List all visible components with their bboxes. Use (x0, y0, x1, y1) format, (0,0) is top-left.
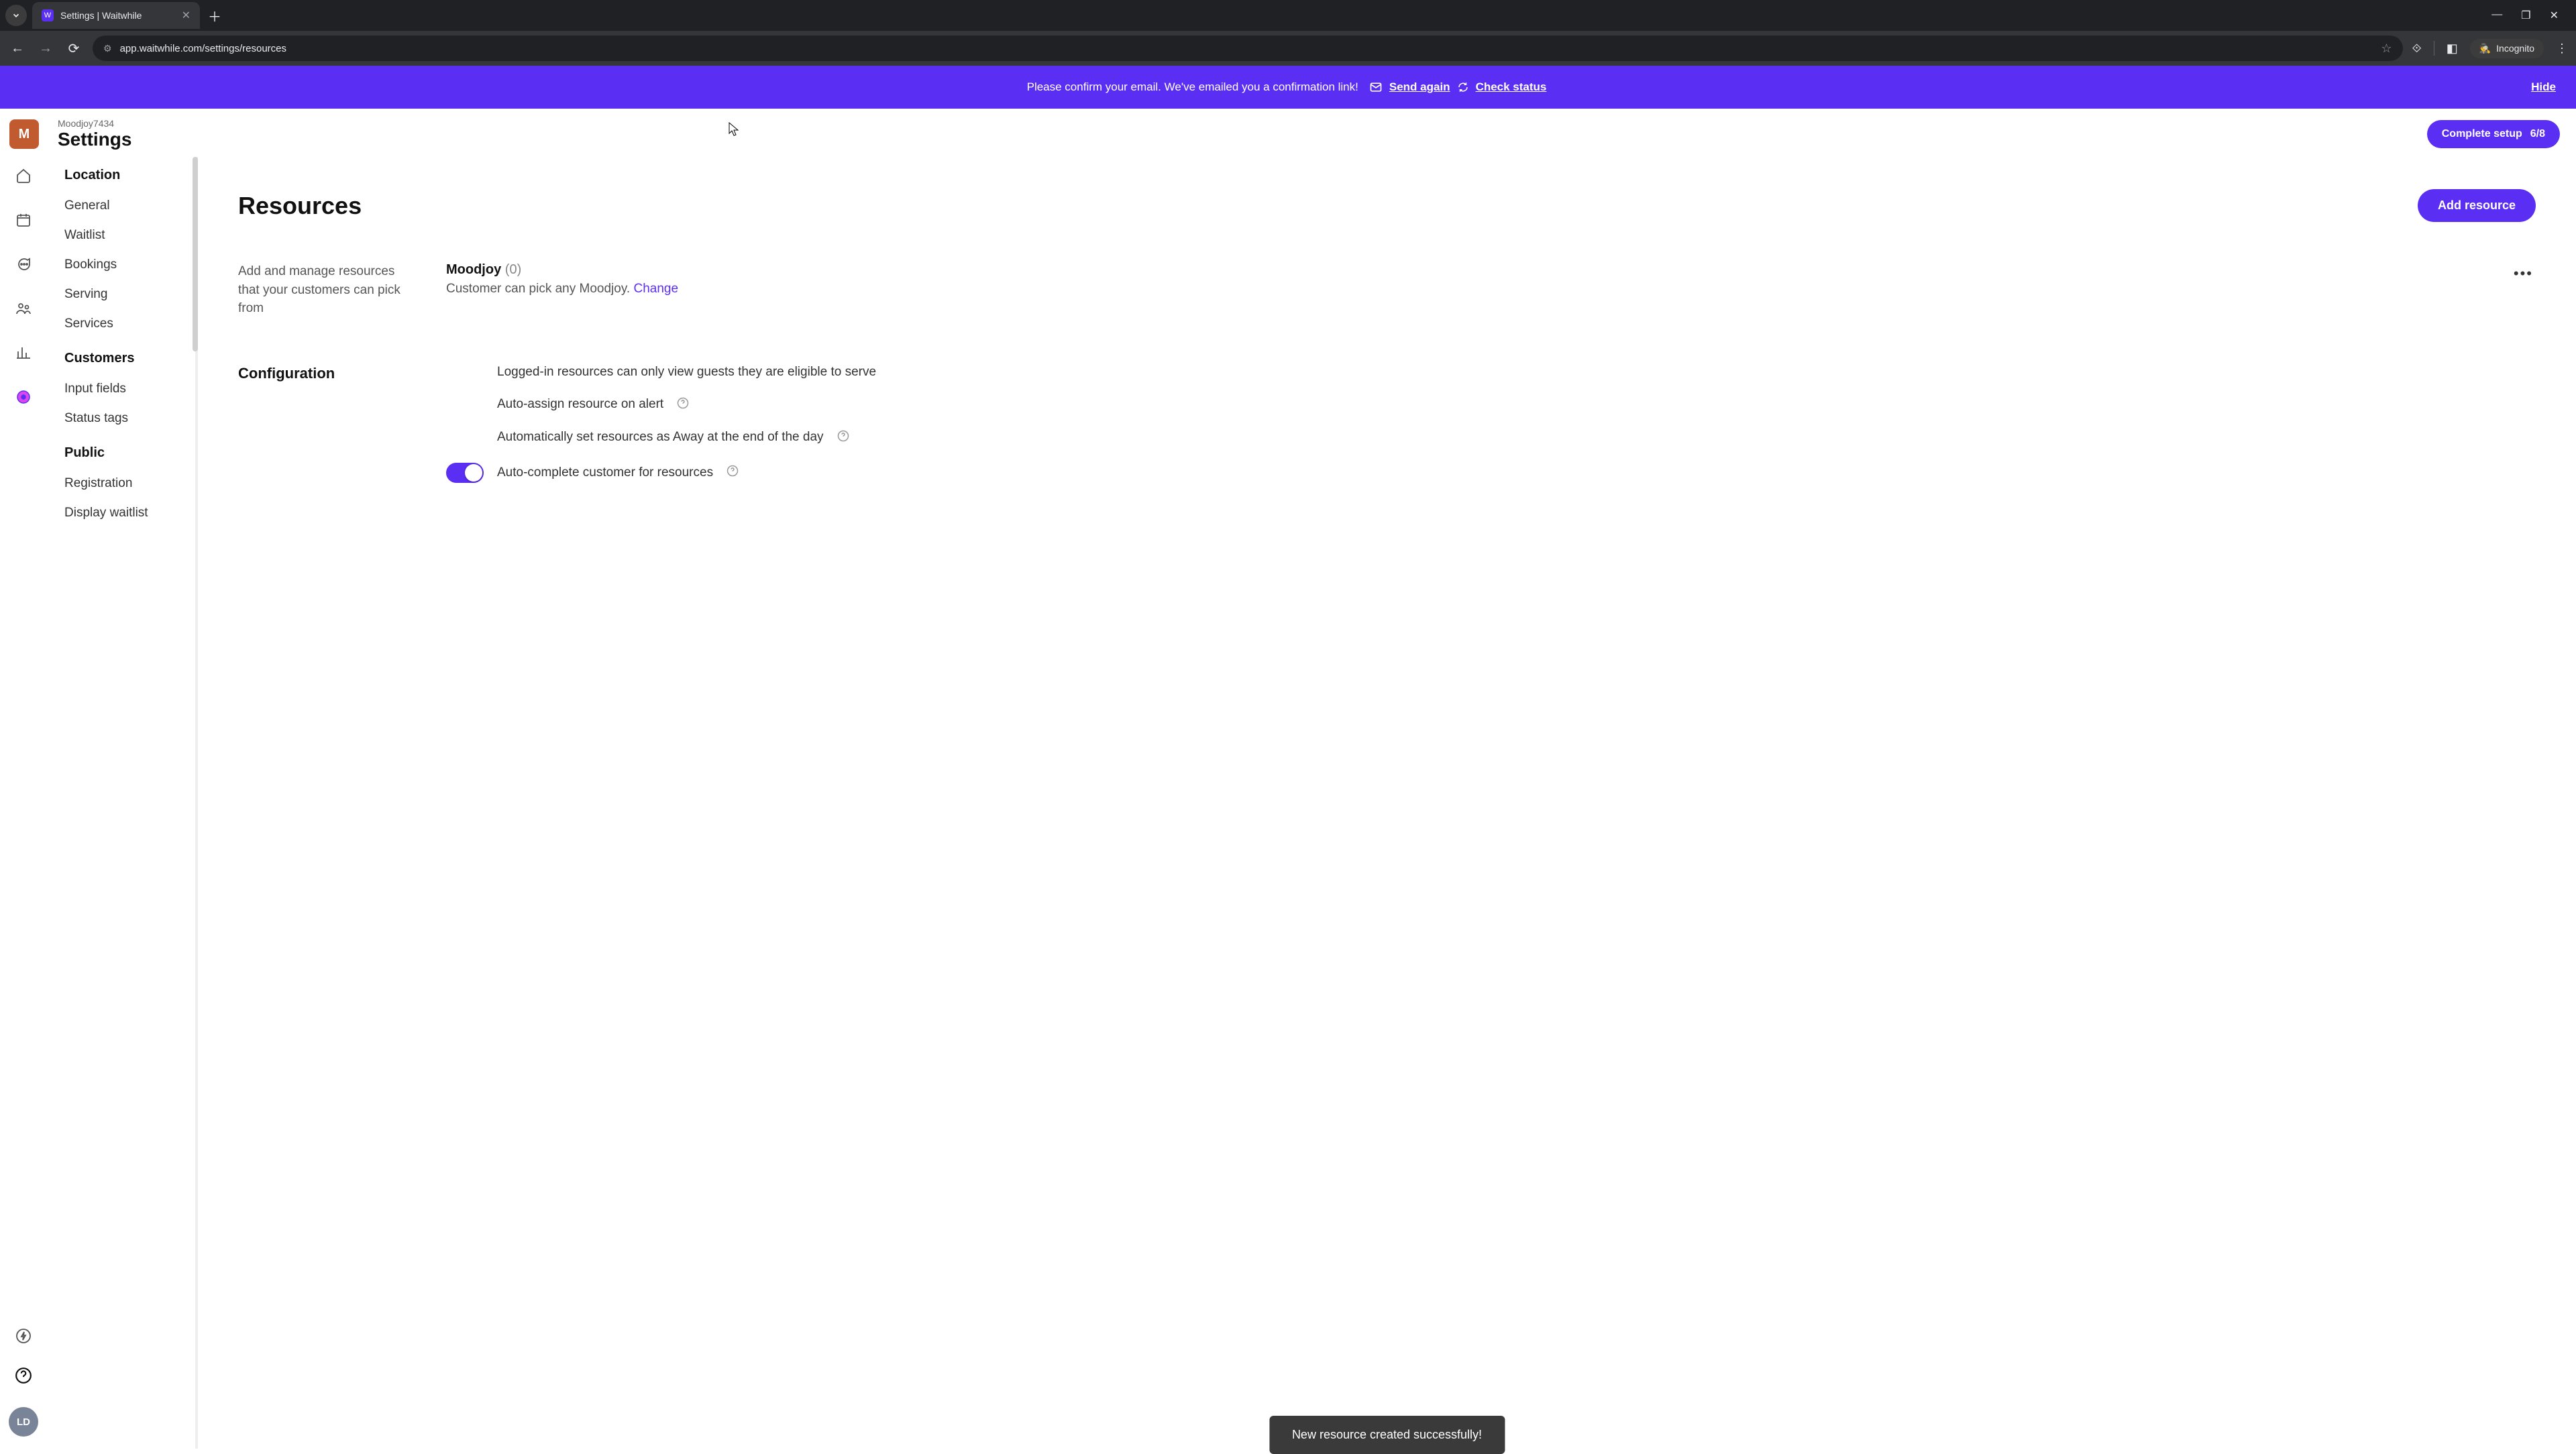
address-bar[interactable]: ⚙ app.waitwhile.com/settings/resources ☆ (93, 36, 2403, 61)
config-item: Auto-complete customer for resources (446, 463, 2536, 483)
resource-row: Moodjoy (0) Customer can pick any Moodjo… (446, 262, 2536, 296)
tab-bar: W Settings | Waitwhile ✕ ＋ — ❐ ✕ (0, 0, 2576, 31)
email-confirm-banner: Please confirm your email. We've emailed… (0, 66, 2576, 109)
nav-item-general[interactable]: General (64, 191, 195, 221)
tab-title: Settings | Waitwhile (60, 10, 142, 21)
check-status-link[interactable]: Check status (1476, 80, 1547, 94)
resource-name: Moodjoy (446, 262, 501, 277)
tab-close-button[interactable]: ✕ (182, 9, 191, 22)
send-again-link[interactable]: Send again (1389, 80, 1450, 94)
site-settings-icon[interactable]: ⚙ (103, 43, 112, 54)
config-item: Logged-in resources can only view guests… (446, 365, 2536, 380)
incognito-icon: 🕵 (2479, 43, 2491, 54)
content-title: Resources (238, 192, 362, 220)
config-label: Logged-in resources can only view guests… (497, 365, 876, 380)
org-avatar[interactable]: M (9, 119, 39, 149)
nav-item-services[interactable]: Services (64, 309, 195, 339)
browser-tab[interactable]: W Settings | Waitwhile ✕ (32, 2, 200, 29)
nav-heading-location: Location (64, 168, 195, 183)
forward-button[interactable]: → (36, 41, 55, 56)
user-avatar[interactable]: LD (9, 1407, 38, 1437)
new-tab-button[interactable]: ＋ (208, 6, 221, 25)
tab-search-dropdown[interactable] (5, 5, 27, 26)
bookmark-icon[interactable]: ☆ (2381, 42, 2392, 56)
config-label: Auto-assign resource on alert (497, 397, 663, 412)
config-label: Auto-complete customer for resources (497, 465, 713, 480)
complete-setup-label: Complete setup (2442, 128, 2522, 140)
add-resource-button[interactable]: Add resource (2418, 189, 2536, 222)
reload-button[interactable]: ⟳ (64, 40, 83, 57)
hide-banner-link[interactable]: Hide (2531, 80, 2556, 94)
org-name: Moodjoy7434 (58, 118, 131, 129)
help-icon[interactable] (14, 1367, 33, 1388)
window-controls: — ❐ ✕ (2491, 9, 2571, 22)
complete-setup-count: 6/8 (2530, 128, 2545, 140)
close-window-button[interactable]: ✕ (2550, 9, 2559, 22)
resource-subtitle: Customer can pick any Moodjoy. (446, 282, 630, 296)
home-icon[interactable] (14, 168, 33, 188)
config-item: Automatically set resources as Away at t… (446, 430, 2536, 445)
nav-heading-customers: Customers (64, 351, 195, 366)
mail-icon (1369, 80, 1383, 94)
page-title: Settings (58, 129, 131, 150)
resource-menu-button[interactable]: ••• (2511, 262, 2536, 285)
refresh-icon (1457, 81, 1469, 93)
incognito-badge[interactable]: 🕵 Incognito (2470, 39, 2544, 58)
lightning-icon[interactable] (14, 1328, 33, 1348)
nav-item-display-waitlist[interactable]: Display waitlist (64, 498, 195, 528)
nav-item-input-fields[interactable]: Input fields (64, 374, 195, 404)
help-tooltip-icon[interactable] (677, 397, 689, 412)
nav-item-waitlist[interactable]: Waitlist (64, 221, 195, 250)
nav-item-status-tags[interactable]: Status tags (64, 404, 195, 433)
icon-rail: LD (0, 157, 47, 1449)
settings-nav: Location General Waitlist Bookings Servi… (47, 157, 198, 1449)
people-icon[interactable] (14, 300, 33, 321)
browser-menu-button[interactable]: ⋮ (2556, 42, 2568, 56)
url-text: app.waitwhile.com/settings/resources (120, 43, 2373, 54)
back-button[interactable]: ← (8, 41, 27, 56)
maximize-button[interactable]: ❐ (2521, 9, 2530, 22)
app-header: M Moodjoy7434 Settings Complete setup 6/… (0, 109, 2576, 157)
analytics-icon[interactable] (14, 345, 33, 365)
nav-item-serving[interactable]: Serving (64, 280, 195, 309)
side-panel-icon[interactable]: ◧ (2447, 42, 2458, 56)
help-tooltip-icon[interactable] (727, 465, 739, 480)
nav-scrollbar[interactable] (193, 157, 198, 351)
calendar-icon[interactable] (14, 212, 33, 232)
settings-icon[interactable] (14, 389, 33, 409)
nav-heading-public: Public (64, 445, 195, 461)
section-description: Add and manage resources that your custo… (238, 262, 406, 318)
minimize-button[interactable]: — (2491, 9, 2502, 22)
banner-message: Please confirm your email. We've emailed… (1027, 80, 1358, 94)
resource-count: (0) (505, 262, 521, 277)
help-tooltip-icon[interactable] (837, 430, 849, 445)
browser-toolbar: ← → ⟳ ⚙ app.waitwhile.com/settings/resou… (0, 31, 2576, 66)
config-heading: Configuration (238, 365, 406, 483)
incognito-label: Incognito (2496, 43, 2534, 54)
nav-item-bookings[interactable]: Bookings (64, 250, 195, 280)
tab-favicon-icon: W (42, 9, 54, 21)
config-toggle[interactable] (446, 463, 484, 483)
change-link[interactable]: Change (634, 282, 679, 296)
extensions-icon[interactable]: ⟐ (2412, 42, 2422, 56)
toast-notification: New resource created successfully! (1269, 1416, 1505, 1454)
chat-icon[interactable] (14, 256, 33, 276)
config-item: Auto-assign resource on alert (446, 397, 2536, 412)
nav-item-registration[interactable]: Registration (64, 469, 195, 498)
content-area: Resources Add resource Add and manage re… (198, 157, 2576, 1449)
config-label: Automatically set resources as Away at t… (497, 430, 824, 445)
complete-setup-button[interactable]: Complete setup 6/8 (2427, 120, 2560, 148)
